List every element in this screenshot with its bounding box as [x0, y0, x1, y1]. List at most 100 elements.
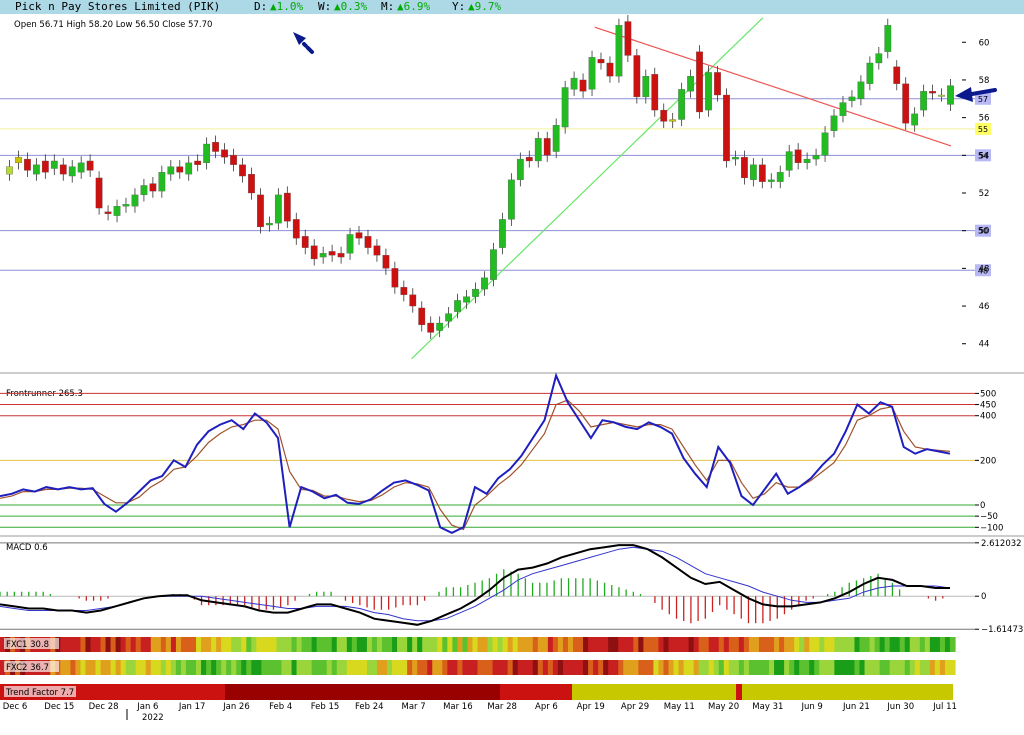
heat-cell — [407, 637, 413, 652]
candle-body — [337, 253, 345, 258]
candle-body — [579, 79, 587, 92]
heat-cell — [638, 660, 644, 675]
heat-cell — [814, 637, 820, 652]
date-tick-label: Jan 26 — [222, 702, 250, 712]
heat-cell — [814, 660, 820, 675]
price-tick-label: 56 — [979, 114, 990, 124]
heat-cell — [603, 660, 609, 675]
heat-cell — [799, 637, 805, 652]
heat-cell — [155, 660, 162, 675]
fxc1-label: FXC1 30.8 — [6, 640, 49, 650]
candle-body — [310, 245, 318, 260]
heat-cell — [683, 637, 690, 652]
heat-cell — [261, 637, 267, 652]
heat-cell — [165, 660, 172, 675]
candle-body — [50, 160, 58, 169]
heat-cell — [140, 637, 147, 652]
candle-body — [490, 249, 497, 280]
candle-body — [301, 236, 309, 248]
heat-cell — [211, 637, 217, 652]
candle-body — [41, 160, 49, 173]
date-tick-label: Jun 21 — [842, 702, 870, 712]
heat-cell — [507, 637, 514, 652]
heat-cell — [376, 660, 383, 675]
candle-body — [767, 179, 775, 182]
heat-cell — [321, 637, 328, 652]
candle-body — [319, 253, 327, 258]
heat-cell — [70, 660, 76, 675]
heat-cell — [944, 660, 951, 675]
heat-cell — [718, 660, 725, 675]
heat-cell — [693, 660, 700, 675]
heat-cell — [784, 660, 790, 675]
heat-cell — [201, 637, 207, 652]
heat-cell — [452, 637, 458, 652]
price-tick-label: 58 — [979, 76, 990, 86]
heat-cell — [457, 637, 464, 652]
heat-cell — [477, 637, 484, 652]
heat-cell — [85, 660, 92, 675]
heat-cell — [281, 637, 288, 652]
heat-cell — [628, 637, 634, 652]
heat-cell — [397, 660, 403, 675]
heat-cell — [437, 660, 443, 675]
heat-cell — [633, 660, 639, 675]
macd-tick-label: −1.614731 — [981, 625, 1024, 635]
heat-cell — [708, 660, 715, 675]
date-tick-label: Apr 19 — [577, 702, 605, 712]
heat-cell — [578, 637, 584, 652]
frontrunner-tick-label: −50 — [980, 512, 998, 522]
date-tick-label: Mar 28 — [487, 702, 517, 712]
heat-cell — [774, 637, 780, 652]
heat-cell — [85, 637, 92, 652]
heat-cell — [517, 637, 524, 652]
heat-cell — [673, 637, 680, 652]
heat-cell — [366, 637, 373, 652]
heat-cell — [296, 660, 303, 675]
heat-cell — [537, 660, 544, 675]
heat-cell — [366, 660, 373, 675]
heat-cell — [884, 660, 891, 675]
heat-cell — [447, 660, 453, 675]
heat-cell — [266, 660, 273, 675]
heat-cell — [764, 637, 770, 652]
heat-cell — [537, 637, 544, 652]
candle-body — [283, 192, 291, 222]
fxc2-label: FXC2 36.7 — [6, 663, 49, 673]
heat-cell — [487, 660, 494, 675]
heat-cell — [688, 660, 695, 675]
macd-tick-label: 0 — [981, 592, 986, 602]
heat-cell — [276, 660, 283, 675]
heat-cell — [316, 637, 323, 652]
heat-cell — [216, 637, 222, 652]
heat-cell — [457, 660, 464, 675]
candle-body — [920, 91, 928, 111]
heat-cell — [95, 637, 102, 652]
heat-cell — [799, 660, 805, 675]
heat-cell — [678, 660, 685, 675]
candle-body — [86, 160, 94, 171]
candle-body — [239, 164, 246, 177]
heat-cell — [889, 660, 896, 675]
candle-body — [552, 125, 560, 152]
heat-cell — [326, 660, 333, 675]
frontrunner-tick-label: 500 — [980, 389, 996, 399]
heat-cell — [628, 660, 634, 675]
heat-cell — [115, 660, 122, 675]
date-tick-label: Jun 30 — [886, 702, 914, 712]
heat-cell — [613, 637, 619, 652]
candle-body — [472, 288, 479, 297]
heat-cell — [834, 660, 840, 675]
heat-cell — [271, 637, 278, 652]
heat-cell — [769, 637, 775, 652]
candle-body — [104, 211, 112, 214]
heat-cell — [698, 660, 705, 675]
heat-cell — [90, 660, 97, 675]
date-tick-label: Feb 15 — [311, 702, 340, 712]
candle-body — [848, 96, 856, 101]
candle-body — [355, 232, 363, 239]
heat-cell — [412, 637, 418, 652]
heat-cell — [567, 637, 574, 652]
heat-cell — [512, 637, 519, 652]
heat-cell — [924, 660, 931, 675]
